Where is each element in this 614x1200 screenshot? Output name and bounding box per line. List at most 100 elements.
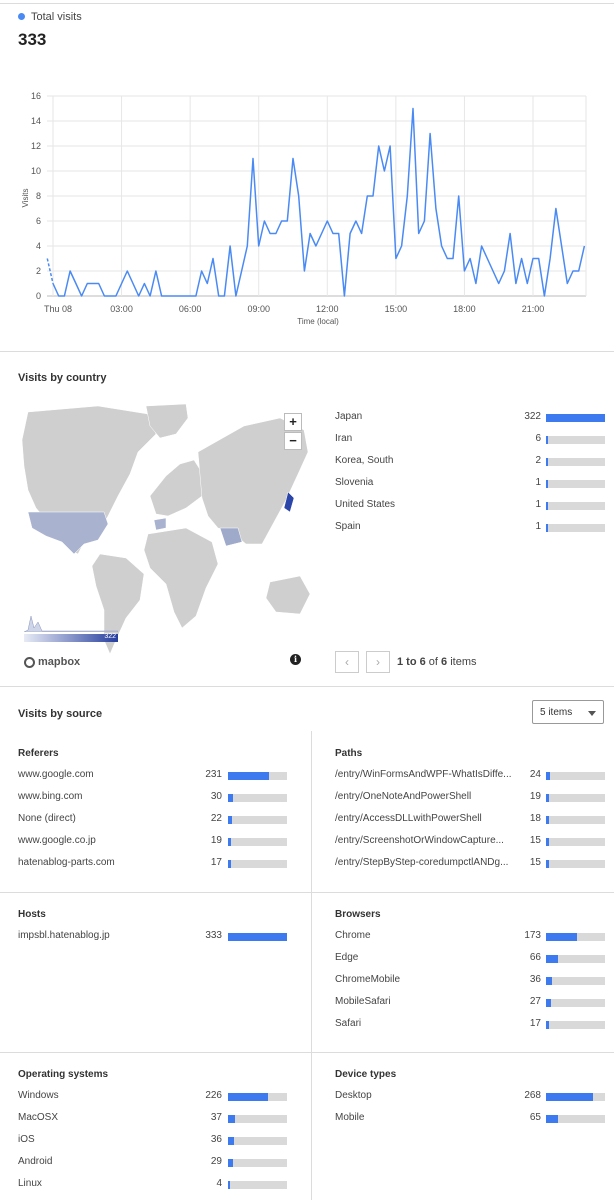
source.os-bar-fill [228,1181,230,1189]
source.browsers-bar [546,999,605,1007]
source.os-bar [228,1159,287,1167]
source.referers-bar [228,838,287,846]
source.paths-label: /entry/StepByStep-coredumpctlANDg... [335,857,509,868]
source.paths-label: /entry/ScreenshotOrWindowCapture... [335,835,504,846]
country-bar [546,480,605,488]
source.os-count: 226 [205,1090,222,1101]
x-axis-label: Time (local) [297,317,339,326]
source.browsers-label: Edge [335,952,359,963]
source.devices-bar-fill [546,1115,558,1123]
mapbox-label: mapbox [38,656,81,668]
source.paths-count: 24 [529,769,541,780]
source.browsers-label: MobileSafari [335,996,391,1007]
source.referers-row: www.google.com 231 [18,769,287,783]
map-scale-histogram [24,615,118,632]
country-label: Korea, South [335,455,394,466]
source.devices-bar [546,1115,605,1123]
source.paths-row: /entry/StepByStep-coredumpctlANDg... 15 [335,857,605,871]
source.os-bar-fill [228,1115,235,1123]
y-tick-label: 2 [36,266,41,276]
country-row: Japan 322 [335,411,605,425]
source.browsers-row: ChromeMobile 36 [335,974,605,988]
zoom-out-button[interactable]: − [284,432,302,450]
pager-range: 1 to 6 [397,656,426,668]
y-axis-label: Visits [21,189,30,208]
country-label: Slovenia [335,477,374,488]
paths-title: Paths [335,748,363,759]
pager-next-button[interactable]: › [366,651,390,673]
source.paths-count: 19 [529,791,541,802]
country-row: Spain 1 [335,521,605,535]
source.referers-bar-fill [228,794,233,802]
source.os-row: Linux 4 [18,1178,287,1192]
source.paths-label: /entry/OneNoteAndPowerShell [335,791,472,802]
x-tick-label: 09:00 [247,304,270,314]
divider-chart [0,351,614,352]
source.os-bar [228,1115,287,1123]
y-tick-label: 8 [36,191,41,201]
country-count: 322 [524,411,541,422]
items-count-select[interactable]: 5 items [532,700,604,724]
source.hosts-bar [228,933,287,941]
zoom-in-button[interactable]: + [284,413,302,431]
source.browsers-count: 66 [529,952,541,963]
source.devices-count: 268 [524,1090,541,1101]
source-section-title: Visits by source [18,708,103,720]
country-bar-fill [546,436,548,444]
series-line [52,107,586,297]
devices-title: Device types [335,1069,397,1080]
source.os-count: 36 [210,1134,222,1145]
country-bar [546,436,605,444]
country-count: 2 [535,455,541,466]
source.paths-count: 18 [529,813,541,824]
source.browsers-row: Edge 66 [335,952,605,966]
country-row: United States 1 [335,499,605,513]
source.hosts-row: impsbl.hatenablog.jp 333 [18,930,287,944]
map-europe [149,459,205,517]
source.os-label: Windows [18,1090,59,1101]
country-bar [546,458,605,466]
mapbox-logo-mark[interactable]: mapbox [24,655,80,669]
map-australia [265,575,311,615]
source.browsers-bar [546,955,605,963]
country-count: 1 [535,499,541,510]
source.browsers-label: Safari [335,1018,362,1029]
source.browsers-row: Safari 17 [335,1018,605,1032]
info-icon[interactable]: i [290,654,301,665]
map-spain [153,517,167,531]
y-tick-label: 0 [36,291,41,301]
source.paths-bar [546,838,605,846]
source.referers-count: 231 [205,769,222,780]
country-count: 1 [535,477,541,488]
world-map[interactable]: 322 [18,404,312,656]
source.browsers-bar-fill [546,977,552,985]
source.referers-bar-fill [228,860,231,868]
source.os-row: Android 29 [18,1156,287,1170]
hosts-title: Hosts [18,909,46,920]
pager-prev-button[interactable]: ‹ [335,651,359,673]
source.paths-row: /entry/AccessDLLwithPowerShell 18 [335,813,605,827]
source.browsers-count: 36 [529,974,541,985]
country-bar-fill [546,502,548,510]
source.browsers-label: Chrome [335,930,371,941]
country-bar [546,502,605,510]
chevron-down-icon [588,711,596,716]
source.os-row: MacOSX 37 [18,1112,287,1126]
source.os-bar-fill [228,1159,233,1167]
source.hosts-bar-fill [228,933,287,941]
source.os-label: iOS [18,1134,35,1145]
source.referers-count: 22 [210,813,222,824]
source.referers-label: www.google.co.jp [18,835,96,846]
country-row: Slovenia 1 [335,477,605,491]
source.browsers-row: MobileSafari 27 [335,996,605,1010]
source.browsers-bar-fill [546,933,577,941]
source.browsers-bar-fill [546,1021,549,1029]
referers-title: Referers [18,748,59,759]
source.referers-label: www.bing.com [18,791,83,802]
country-label: United States [335,499,396,510]
pager-total: 6 [441,656,448,668]
country-bar-fill [546,480,548,488]
source.os-row: Windows 226 [18,1090,287,1104]
source.referers-bar [228,772,287,780]
source.hosts-label: impsbl.hatenablog.jp [18,930,110,941]
